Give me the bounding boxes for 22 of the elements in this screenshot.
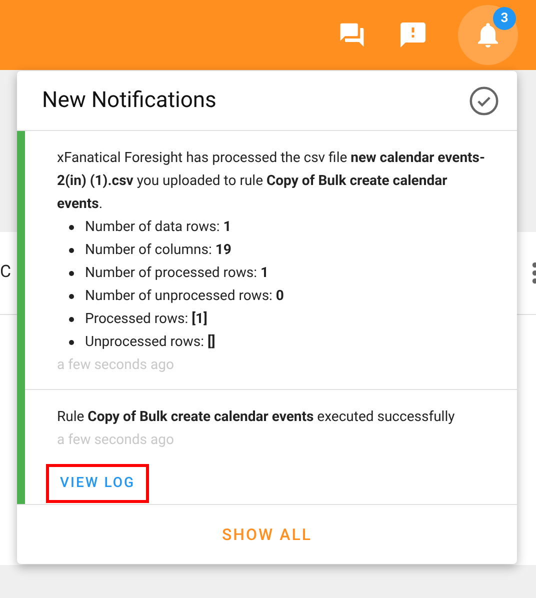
notification-text: Rule Copy of Bulk create calendar events executed successfully xyxy=(57,408,456,427)
list-item-text: Number of data rows: 1 xyxy=(85,218,232,237)
bullet-icon xyxy=(69,294,74,299)
bullet-icon xyxy=(69,248,74,253)
show-all-button[interactable]: SHOW ALL xyxy=(210,514,324,554)
notifications-button[interactable]: 3 xyxy=(458,5,518,65)
view-log-button[interactable]: VIEW LOG xyxy=(46,464,150,503)
list-item-text: Processed rows: [1] xyxy=(85,310,208,329)
list-item-text: Unprocessed rows: [] xyxy=(85,333,216,352)
bullet-icon xyxy=(69,317,74,322)
row-text: C xyxy=(0,261,12,284)
list-item-text: Number of unprocessed rows: 0 xyxy=(85,287,284,306)
bullet-icon xyxy=(69,340,74,345)
notification-text: xFanatical Foresight has processed the csv file new calendar events-2(in) (1).csv you uploaded to rule Copy of Bulk create calendar events. xyxy=(57,149,486,214)
panel-title: New Notifications xyxy=(42,87,216,115)
list-item-text: Number of columns: 19 xyxy=(85,241,232,260)
more-icon[interactable] xyxy=(530,262,536,284)
list-item-text: Number of processed rows: 1 xyxy=(85,264,269,283)
bullet-icon xyxy=(69,225,74,230)
check-circle-icon[interactable] xyxy=(469,86,499,116)
bullet-icon xyxy=(69,271,74,276)
notification-count-badge: 3 xyxy=(493,7,516,30)
